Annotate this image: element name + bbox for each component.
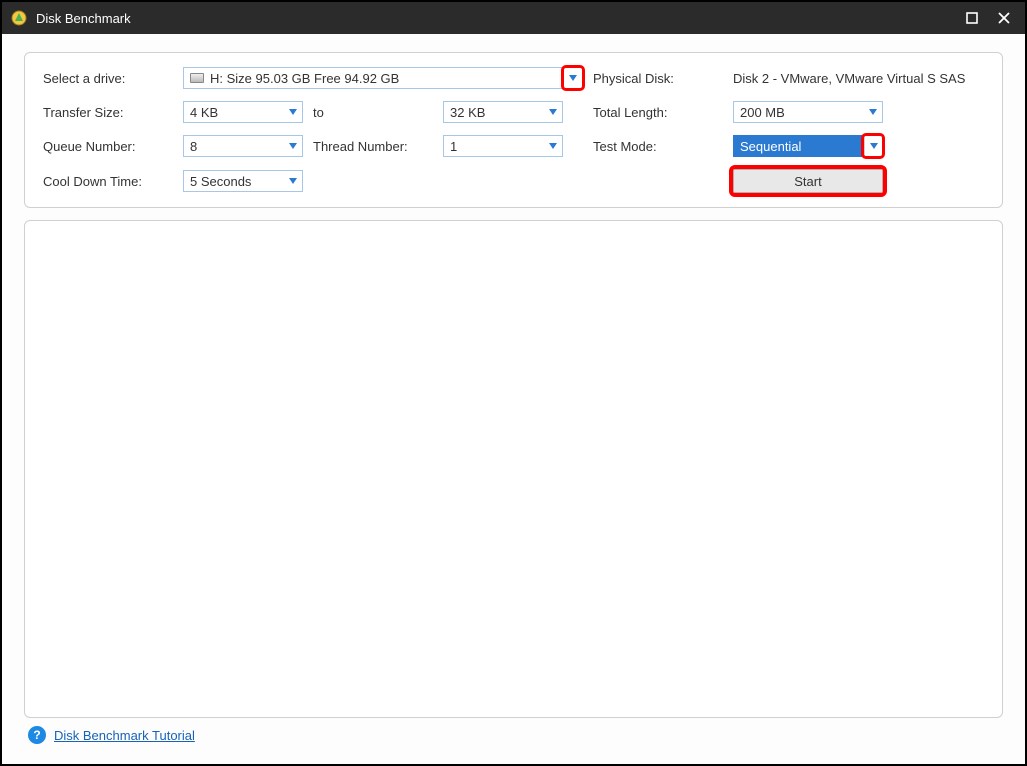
chevron-down-icon	[284, 171, 302, 191]
chevron-down-icon	[544, 102, 562, 122]
label-transfer-size: Transfer Size:	[43, 105, 173, 120]
results-empty	[43, 235, 984, 703]
chevron-down-icon	[864, 102, 882, 122]
client-area: Select a drive: H: Size 95.03 GB Free 94…	[2, 34, 1025, 764]
thread-number-value: 1	[450, 139, 457, 154]
start-button[interactable]: Start	[733, 169, 883, 193]
label-select-drive: Select a drive:	[43, 71, 173, 86]
test-mode-select[interactable]: Sequential	[733, 135, 883, 157]
label-test-mode: Test Mode:	[593, 139, 723, 154]
transfer-size-to[interactable]: 32 KB	[443, 101, 563, 123]
results-panel	[24, 220, 1003, 718]
drive-select[interactable]: H: Size 95.03 GB Free 94.92 GB	[183, 67, 583, 89]
queue-number-value: 8	[190, 139, 197, 154]
total-length-select[interactable]: 200 MB	[733, 101, 883, 123]
total-length-value: 200 MB	[740, 105, 785, 120]
label-cool-down: Cool Down Time:	[43, 174, 173, 189]
label-total-length: Total Length:	[593, 105, 723, 120]
tutorial-link[interactable]: Disk Benchmark Tutorial	[54, 728, 195, 743]
app-icon	[10, 9, 28, 27]
chevron-down-icon	[544, 136, 562, 156]
maximize-button[interactable]	[959, 7, 985, 29]
settings-panel: Select a drive: H: Size 95.03 GB Free 94…	[24, 52, 1003, 208]
titlebar: Disk Benchmark	[2, 2, 1025, 34]
footer: ? Disk Benchmark Tutorial	[24, 718, 1003, 746]
window-title: Disk Benchmark	[36, 11, 959, 26]
drive-icon	[190, 73, 204, 83]
thread-number-select[interactable]: 1	[443, 135, 563, 157]
close-button[interactable]	[991, 7, 1017, 29]
help-icon[interactable]: ?	[28, 726, 46, 744]
start-button-label: Start	[794, 174, 821, 189]
label-thread-number: Thread Number:	[303, 139, 443, 154]
transfer-from-value: 4 KB	[190, 105, 218, 120]
label-physical-disk: Physical Disk:	[593, 71, 723, 86]
help-glyph: ?	[33, 728, 40, 742]
transfer-to-value: 32 KB	[450, 105, 485, 120]
chevron-down-icon	[284, 136, 302, 156]
cool-down-value: 5 Seconds	[190, 174, 251, 189]
label-queue-number: Queue Number:	[43, 139, 173, 154]
drive-select-value: H: Size 95.03 GB Free 94.92 GB	[210, 71, 399, 86]
chevron-down-icon	[284, 102, 302, 122]
chevron-down-icon	[564, 68, 582, 88]
label-to: to	[303, 105, 443, 120]
cool-down-select[interactable]: 5 Seconds	[183, 170, 303, 192]
physical-disk-value: Disk 2 - VMware, VMware Virtual S SAS	[733, 71, 984, 86]
queue-number-select[interactable]: 8	[183, 135, 303, 157]
transfer-size-from[interactable]: 4 KB	[183, 101, 303, 123]
chevron-down-icon	[864, 136, 882, 156]
test-mode-value: Sequential	[740, 139, 801, 154]
